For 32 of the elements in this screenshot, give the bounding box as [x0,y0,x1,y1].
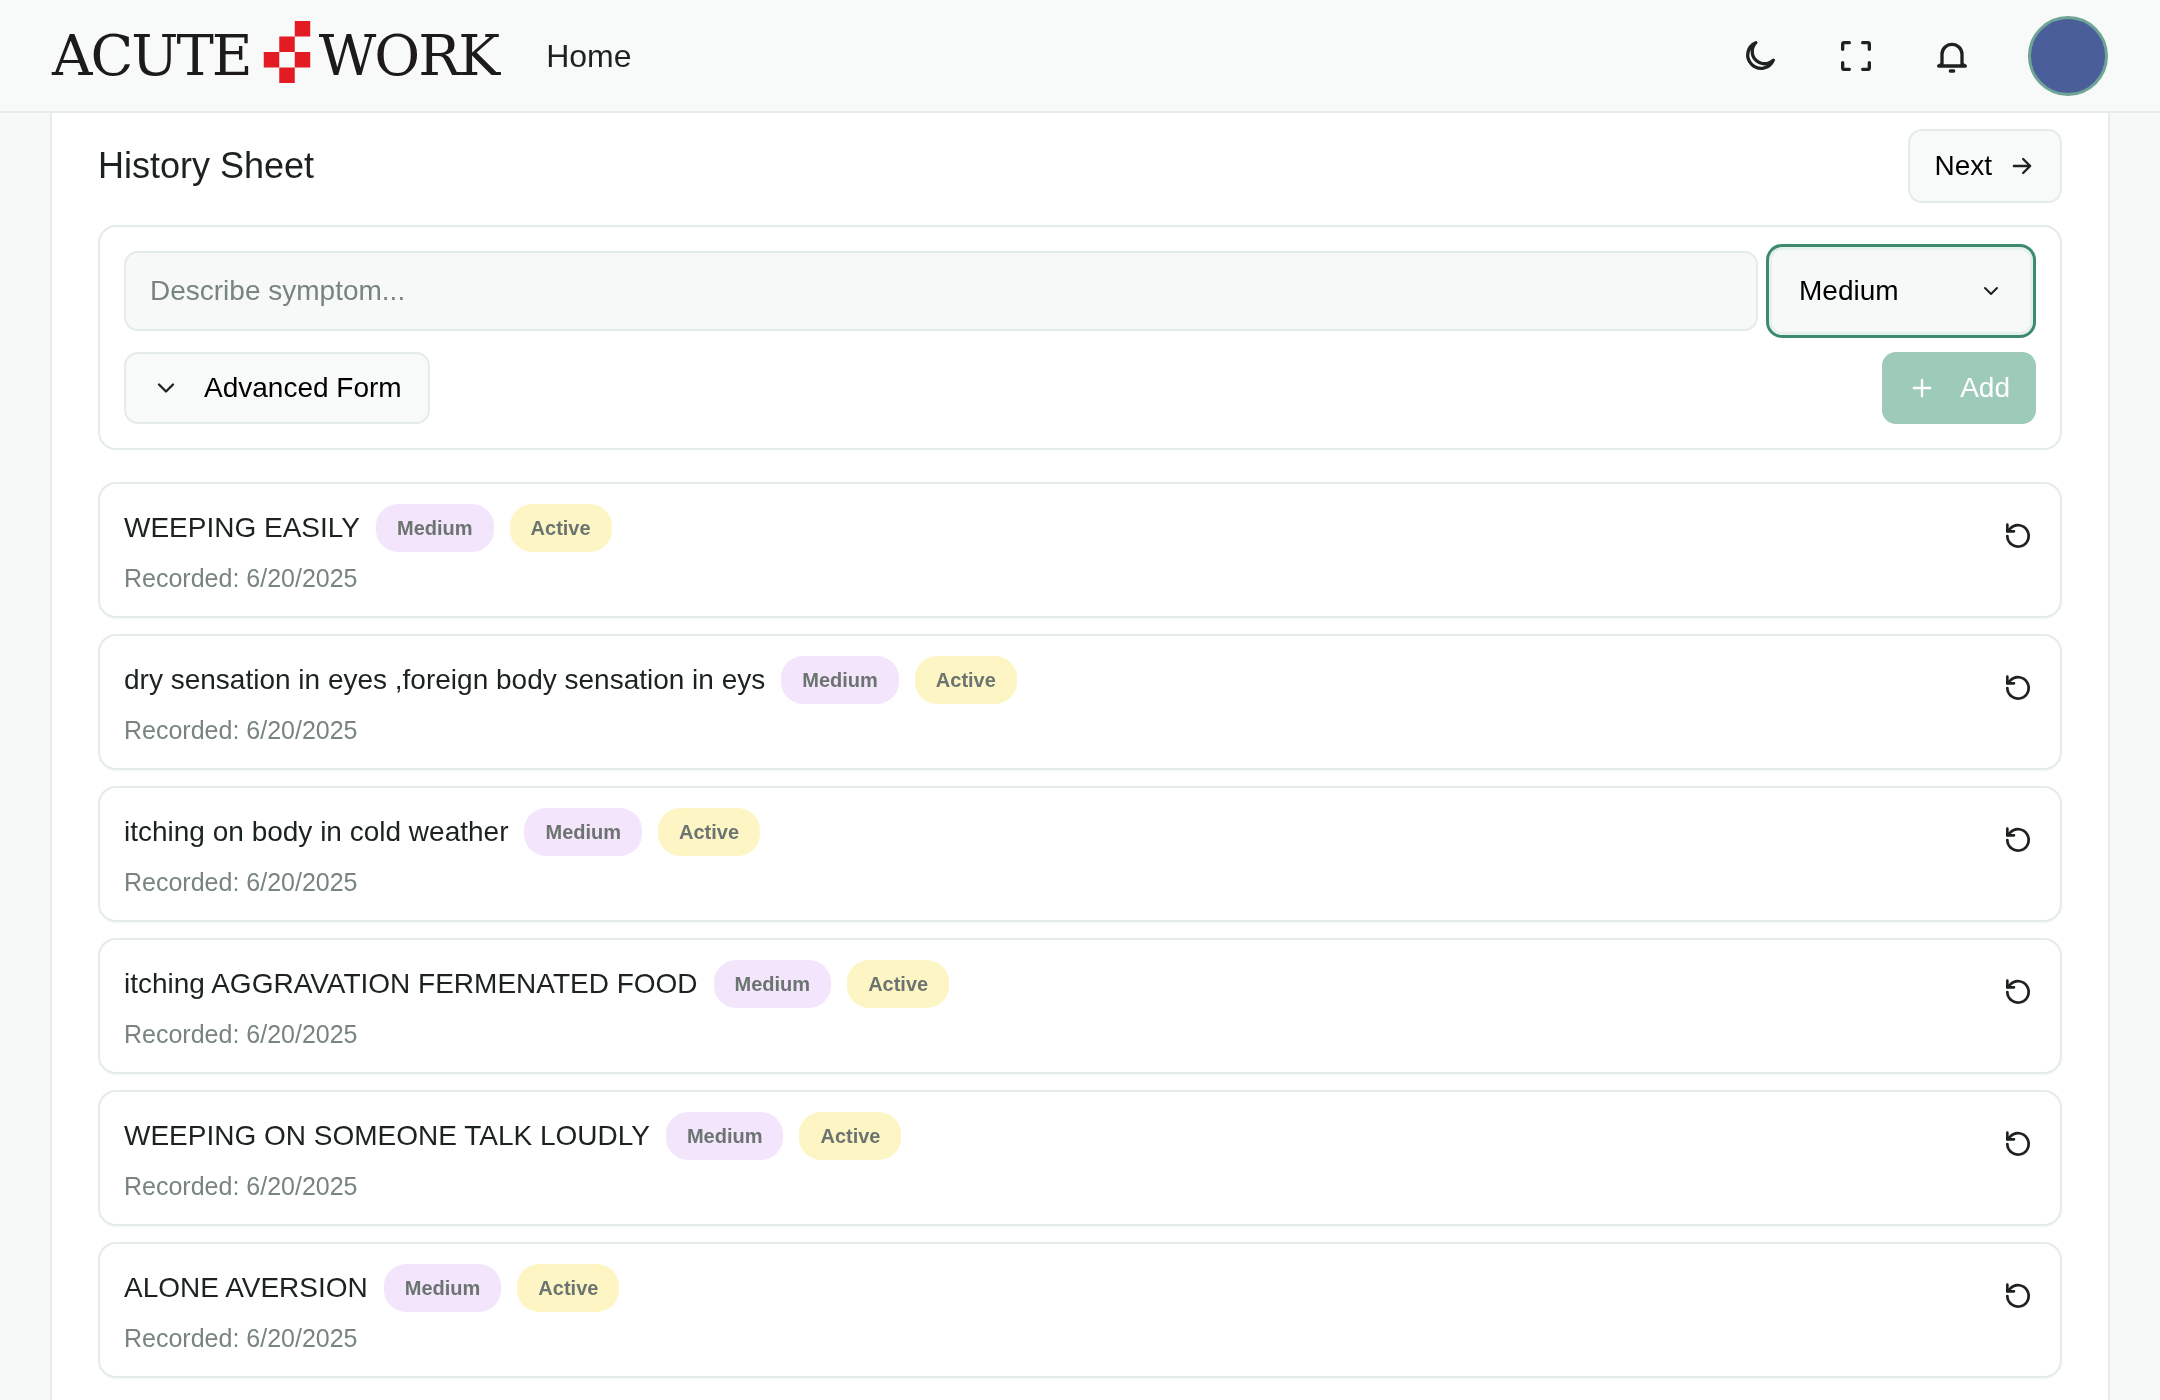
advanced-form-toggle[interactable]: Advanced Form [124,352,430,424]
logo-text: WORK [318,27,499,84]
status-tag: Active [517,1264,620,1312]
severity-tag: Medium [781,656,899,704]
nav-link[interactable]: Home [546,31,632,80]
recorded-date: Recorded: 6/20/2025 [124,1019,359,1050]
symptom-name: WEEPING EASILY [124,511,360,545]
status-tag: Active [847,960,950,1008]
severity-tag: Medium [713,960,832,1008]
recorded-date: Recorded: 6/20/2025 [124,867,359,898]
symptom-name: dry sensation in eyes ,foreign body sensation in eys [124,663,766,697]
symptom-name: WEEPING ON SOMEONE TALK LOUDLY [124,1119,650,1153]
recorded-date: Recorded: 6/20/2025 [124,1323,359,1354]
next-button[interactable]: Next [1908,129,2062,203]
status-tag: Active [914,656,1017,704]
status-tag: Active [658,808,761,856]
severity-tag: Medium [383,1264,502,1312]
symptom-name: itching AGGRAVATION FERMENATED FOOD [124,967,698,1001]
severity-tag: Medium [376,504,494,552]
status-tag: Active [799,1112,902,1160]
page-title: History Sheet [98,144,315,188]
recorded-date: Recorded: 6/20/2025 [124,715,359,746]
severity-tag: Medium [524,808,643,856]
severity-tag: Medium [665,1112,784,1160]
symptom-name: ALONE AVERSION [124,1271,368,1305]
symptom-name: itching on body in cold weather [124,815,509,849]
logo-text: ACUTE [52,27,251,84]
recorded-date: Recorded: 6/20/2025 [124,563,359,594]
severity-select[interactable]: Medium [1766,244,2036,338]
recorded-date: Recorded: 6/20/2025 [124,1171,359,1202]
symptom-input[interactable]: Describe symptom... [124,251,1758,331]
status-tag: Active [509,504,612,552]
